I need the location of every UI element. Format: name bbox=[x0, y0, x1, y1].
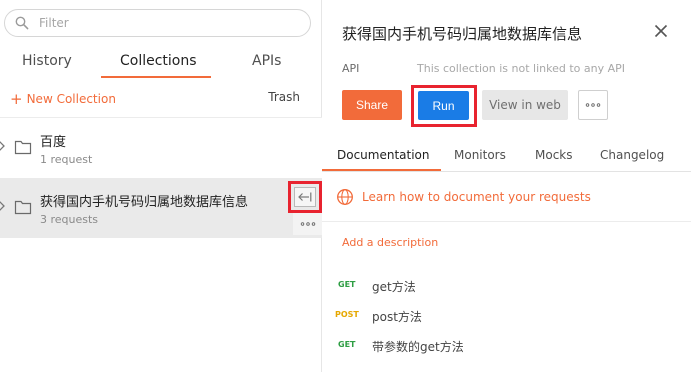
search-box[interactable] bbox=[4, 9, 311, 37]
share-button[interactable]: Share bbox=[342, 90, 402, 120]
tab-mocks[interactable]: Mocks bbox=[535, 148, 573, 162]
api-link-status: This collection is not linked to any API bbox=[417, 62, 626, 75]
collection-details-panel: 获得国内手机号码归属地数据库信息 API This collection is … bbox=[322, 0, 691, 372]
tab-collections[interactable]: Collections bbox=[120, 53, 197, 69]
learn-link-text: Learn how to document your requests bbox=[362, 190, 591, 204]
collection-name: 获得国内手机号码归属地数据库信息 bbox=[40, 195, 249, 210]
request-method-badge: GET bbox=[338, 340, 356, 349]
trash-button[interactable]: Trash bbox=[268, 90, 300, 104]
close-icon[interactable] bbox=[654, 24, 668, 38]
collection-request-count: 3 requests bbox=[40, 213, 99, 226]
collection-name: 百度 bbox=[40, 135, 67, 150]
request-item[interactable]: POST post方法 bbox=[322, 306, 691, 326]
divider bbox=[322, 221, 691, 222]
search-input[interactable] bbox=[39, 14, 299, 32]
request-name: post方法 bbox=[372, 310, 422, 324]
request-name: get方法 bbox=[372, 280, 416, 294]
tab-apis[interactable]: APIs bbox=[252, 53, 281, 69]
globe-help-icon bbox=[337, 189, 353, 205]
tab-changelog[interactable]: Changelog bbox=[600, 148, 664, 162]
more-icon bbox=[300, 222, 315, 226]
request-method-badge: POST bbox=[335, 310, 359, 319]
collection-request-count: 1 request bbox=[40, 153, 93, 166]
new-collection-button[interactable]: + New Collection bbox=[10, 90, 116, 108]
sidebar-tabs: History Collections APIs bbox=[0, 48, 322, 78]
folder-icon bbox=[14, 140, 32, 155]
api-label: API bbox=[342, 62, 360, 75]
plus-icon: + bbox=[10, 90, 23, 108]
run-button[interactable]: Run bbox=[418, 91, 469, 120]
tab-documentation[interactable]: Documentation bbox=[337, 148, 430, 162]
collection-item[interactable]: 百度 1 request bbox=[0, 118, 322, 178]
new-collection-label: New Collection bbox=[26, 92, 116, 106]
collection-more-button[interactable] bbox=[293, 213, 322, 235]
panel-title: 获得国内手机号码归属地数据库信息 bbox=[342, 25, 583, 43]
request-name: 带参数的get方法 bbox=[372, 340, 464, 354]
arrow-left-bar-icon bbox=[298, 192, 312, 202]
search-icon bbox=[15, 16, 29, 30]
request-item[interactable]: GET 带参数的get方法 bbox=[322, 336, 691, 356]
more-icon bbox=[585, 103, 601, 107]
active-tab-indicator bbox=[322, 169, 441, 171]
chevron-right-icon[interactable] bbox=[0, 140, 6, 152]
chevron-right-icon[interactable] bbox=[0, 200, 6, 212]
more-actions-button[interactable] bbox=[578, 90, 608, 120]
request-item[interactable]: GET get方法 bbox=[322, 276, 691, 296]
panel-tabs: Documentation Monitors Mocks Changelog bbox=[322, 142, 691, 172]
collapse-panel-button[interactable] bbox=[288, 181, 322, 213]
folder-icon bbox=[14, 200, 32, 215]
tab-history[interactable]: History bbox=[22, 53, 72, 69]
sidebar: History Collections APIs +New Collection… bbox=[0, 0, 322, 372]
collection-item-selected[interactable]: 获得国内手机号码归属地数据库信息 3 requests bbox=[0, 178, 322, 238]
tab-monitors[interactable]: Monitors bbox=[454, 148, 506, 162]
learn-documentation-link[interactable]: Learn how to document your requests bbox=[336, 188, 591, 206]
request-method-badge: GET bbox=[338, 280, 356, 289]
add-description-link[interactable]: Add a description bbox=[342, 236, 438, 249]
active-tab-indicator bbox=[101, 76, 211, 78]
view-in-web-button[interactable]: View in web bbox=[482, 90, 568, 120]
